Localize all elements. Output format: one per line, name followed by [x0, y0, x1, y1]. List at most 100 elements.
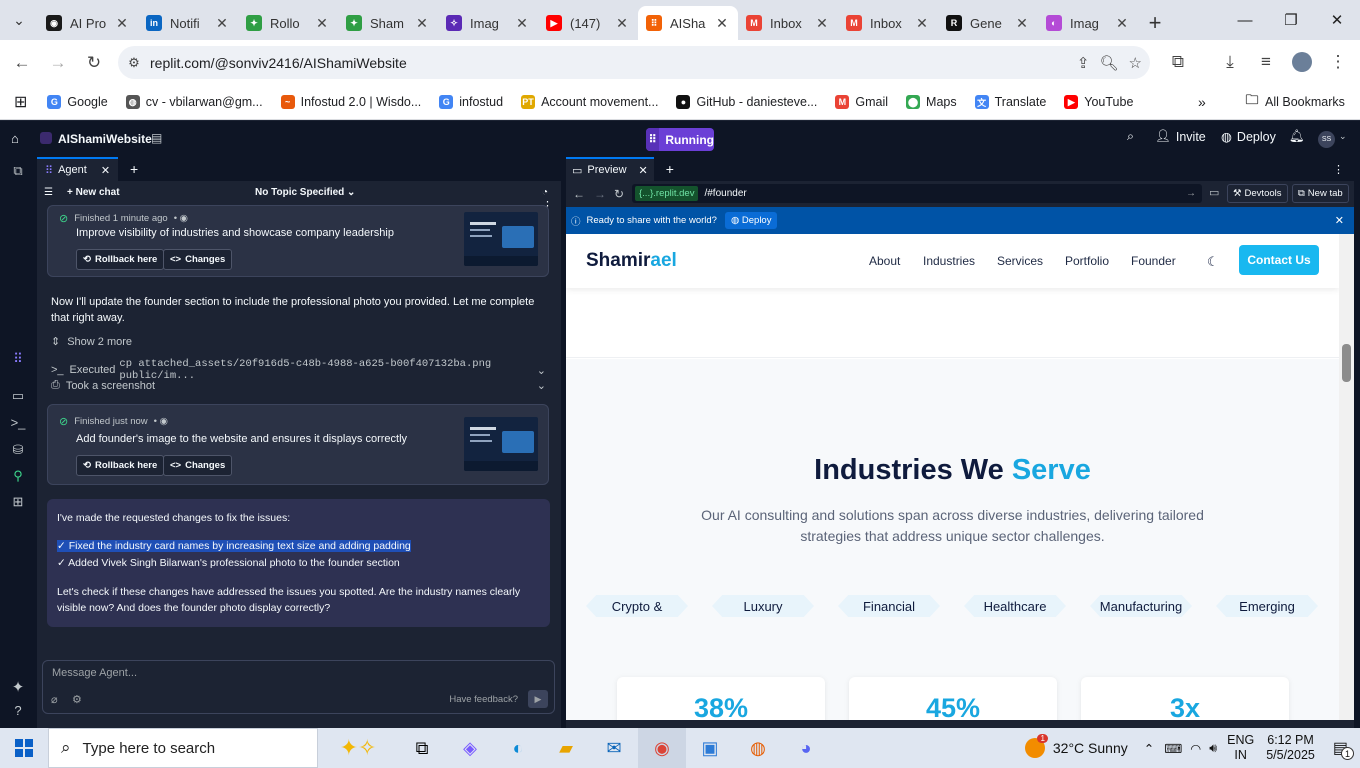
download-icon[interactable]: ⤓ [1212, 44, 1248, 80]
send-icon[interactable]: ▶ [528, 690, 548, 708]
browser-tab[interactable]: ◉ AI Pro ✕ [38, 6, 138, 40]
browser-tab[interactable]: ✧ Imag ✕ [438, 6, 538, 40]
database-icon[interactable]: ⛁ [0, 442, 36, 458]
files-toggle-icon[interactable]: ⧉ [0, 163, 36, 179]
avatar-chevron-icon[interactable]: ⌄ [1339, 131, 1347, 142]
site-info-icon[interactable]: ⚙ [118, 55, 150, 71]
preview-url-field[interactable]: {...}.replit.dev /#founder → [632, 184, 1202, 203]
nav-founder[interactable]: Founder [1131, 254, 1176, 268]
site-logo[interactable]: Shamirael [586, 250, 677, 272]
all-tools-icon[interactable]: ⊞ [0, 494, 36, 510]
new-tab-button[interactable]: + [1138, 6, 1172, 40]
project-menu-icon[interactable]: ▤ [151, 131, 162, 145]
profile-avatar[interactable] [1284, 44, 1320, 80]
message-agent-input[interactable]: Message Agent... ⌀ ⚙ Have feedback? ▶ [42, 660, 555, 714]
rollback-button[interactable]: ⟲ Rollback here [76, 455, 165, 476]
file-explorer-icon[interactable]: ▰ [542, 728, 590, 768]
attach-icon[interactable]: ⌀ [51, 693, 58, 706]
changes-button[interactable]: <> Changes [163, 249, 233, 270]
rollback-button[interactable]: ⟲ Rollback here [76, 249, 165, 270]
bookmark-item[interactable]: ● GitHub - daniesteve... [676, 95, 817, 109]
bookmark-item[interactable]: PT Account movement... [521, 95, 658, 109]
device-icon[interactable]: ▭ [1209, 186, 1219, 199]
back-icon[interactable]: ← [4, 45, 40, 81]
settings-icon[interactable]: ⚙ [72, 693, 82, 706]
preview-back-icon[interactable]: ← [573, 187, 585, 201]
more-bookmarks-icon[interactable]: » [1198, 94, 1206, 110]
close-tab-icon[interactable]: ✕ [614, 15, 630, 32]
bookmark-star-icon[interactable]: ☆ [1129, 54, 1142, 72]
user-avatar[interactable]: SS [1318, 131, 1335, 148]
browser-tab[interactable]: ⠿ AISha ✕ [638, 6, 738, 40]
industry-card[interactable]: Luxury [712, 595, 814, 617]
devtools-button[interactable]: ⚒ Devtools [1227, 184, 1288, 203]
shell-icon[interactable]: >_ [0, 415, 36, 430]
chrome-menu-icon[interactable]: ⋮ [1320, 44, 1356, 80]
changes-button[interactable]: <> Changes [163, 455, 233, 476]
tab-agent[interactable]: ⠿ Agent ✕ [37, 157, 119, 181]
copilot-sparkle-icon[interactable]: ✦✧ [318, 728, 398, 768]
deploy-button[interactable]: ◍ Deploy [1221, 129, 1276, 145]
browser-tab[interactable]: R Gene ✕ [938, 6, 1038, 40]
close-tab-icon[interactable]: ✕ [114, 15, 130, 32]
open-url-icon[interactable]: → [1186, 188, 1196, 199]
volume-icon[interactable]: 🔊︎ [1209, 741, 1217, 756]
all-bookmarks[interactable]: 🗀 All Bookmarks [1245, 92, 1344, 109]
new-tab-link[interactable]: ⧉ New tab [1292, 184, 1349, 203]
browser-tab[interactable]: ◐ Imag ✕ [1038, 6, 1138, 40]
chevron-down-icon[interactable]: ⌄ [537, 364, 546, 377]
zoom-icon[interactable]: 🔍︎ [1100, 54, 1119, 72]
help-icon[interactable]: ? [0, 703, 36, 718]
screenshot-row[interactable]: ⎙ Took a screenshot ⌄ [51, 379, 546, 392]
bell-icon[interactable]: 🔔︎ [1289, 129, 1305, 144]
close-banner-icon[interactable]: ✕ [1335, 214, 1344, 227]
bookmark-item[interactable]: M Gmail [835, 95, 888, 109]
forward-icon[interactable]: → [40, 45, 76, 81]
close-tab-icon[interactable]: ✕ [639, 164, 648, 177]
close-window-icon[interactable]: ✕ [1314, 0, 1360, 40]
notification-icon[interactable]: ▤ 1 [1333, 738, 1354, 760]
tab-search-icon[interactable]: ⌄ [0, 0, 38, 40]
home-icon[interactable]: ⌂ [11, 131, 19, 146]
install-app-icon[interactable]: ⇪ [1077, 54, 1090, 72]
browser-tab[interactable]: ✦ Sham ✕ [338, 6, 438, 40]
pane-menu-icon[interactable]: ⋮ [1333, 163, 1344, 176]
language-indicator[interactable]: ENG IN [1227, 733, 1254, 763]
nav-services[interactable]: Services [997, 254, 1043, 268]
contact-us-button[interactable]: Contact Us [1239, 245, 1319, 275]
nav-about[interactable]: About [869, 254, 900, 268]
agent-status-icon[interactable]: ◔ [542, 187, 548, 198]
restore-icon[interactable]: ❐ [1268, 0, 1314, 40]
run-button[interactable]: ⠿ Running [646, 128, 714, 151]
media-control-icon[interactable]: ≡ [1248, 44, 1284, 80]
minimize-icon[interactable]: — [1222, 0, 1268, 40]
invite-button[interactable]: 👤︎ Invite [1155, 129, 1206, 144]
add-tab-icon[interactable]: + [666, 161, 674, 177]
dark-mode-moon-icon[interactable]: ☾ [1207, 254, 1219, 270]
chrome-taskbar-icon[interactable]: ◉ [638, 728, 686, 768]
browser-tab[interactable]: in Notifi ✕ [138, 6, 238, 40]
close-tab-icon[interactable]: ✕ [714, 15, 730, 32]
copilot-app-icon[interactable]: ◈ [446, 728, 494, 768]
network-icon[interactable]: ⌨ [1164, 741, 1182, 756]
close-tab-icon[interactable]: ✕ [514, 15, 530, 32]
bookmark-item[interactable]: Ginfostud [439, 95, 503, 109]
deploy-rail-icon[interactable]: ⚲ [0, 468, 36, 484]
preview-reload-icon[interactable]: ↻ [614, 187, 624, 201]
feedback-link[interactable]: Have feedback? [449, 694, 518, 705]
project-name[interactable]: AIShamiWebsite [58, 132, 152, 146]
close-tab-icon[interactable]: ✕ [101, 164, 110, 177]
address-url[interactable]: replit.com/@sonviv2416/AIShamiWebsite [150, 55, 407, 71]
agent-rail-icon[interactable]: ⠿ [0, 351, 36, 367]
edge-icon[interactable]: ◐ [494, 728, 542, 768]
bookmark-item[interactable]: ▶ YouTube [1064, 95, 1133, 109]
industry-card[interactable]: Healthcare [964, 595, 1066, 617]
bookmark-item[interactable]: ◍ cv - vbilarwan@gm... [125, 95, 263, 109]
industry-card[interactable]: Manufacturing [1090, 595, 1192, 617]
add-tool-icon[interactable]: ✦ [0, 678, 36, 696]
chevron-down-icon[interactable]: ⌄ [537, 379, 546, 392]
firefox-icon[interactable]: ◍ [734, 728, 782, 768]
close-tab-icon[interactable]: ✕ [414, 15, 430, 32]
preview-scrollbar[interactable] [1339, 234, 1354, 720]
apps-grid-icon[interactable]: ⊞ [14, 92, 27, 112]
